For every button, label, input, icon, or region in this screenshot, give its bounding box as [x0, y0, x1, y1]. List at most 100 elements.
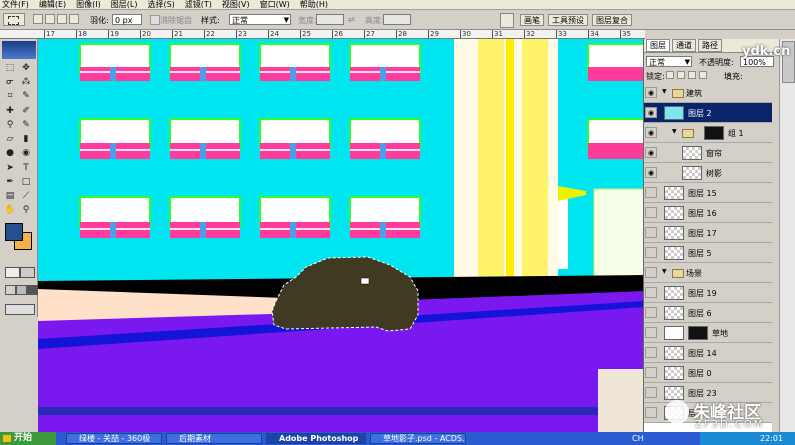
pen-icon[interactable]: ✒	[4, 177, 16, 187]
menu-item-6[interactable]: 视图(V)	[222, 0, 250, 10]
expand-triangle-icon[interactable]: ▼	[672, 128, 677, 135]
layer-thumbnail[interactable]	[664, 226, 684, 240]
layers-scrollbar[interactable]	[779, 39, 795, 432]
crop-icon[interactable]: ⌗	[4, 91, 16, 101]
expand-triangle-icon[interactable]: ▼	[662, 88, 667, 95]
antialias-checkbox[interactable]	[150, 15, 160, 25]
document-canvas[interactable]	[38, 39, 645, 432]
language-indicator[interactable]: CH	[632, 434, 644, 443]
notes-icon[interactable]: ▤	[4, 191, 16, 201]
tab-layers[interactable]: 图层	[646, 39, 670, 52]
task-folder[interactable]: 后期素材	[166, 433, 262, 444]
menu-item-1[interactable]: 编辑(E)	[39, 0, 66, 10]
layer-thumbnail[interactable]	[664, 286, 684, 300]
task-browser[interactable]: 绿楼 - 关喆 - 360极	[66, 433, 162, 444]
layer-row[interactable]: 图层 17	[644, 223, 772, 243]
layer-thumbnail[interactable]	[664, 306, 684, 320]
add-selection-icon[interactable]	[45, 14, 55, 24]
new-selection-icon[interactable]	[33, 14, 43, 24]
visibility-eye-icon[interactable]	[645, 187, 657, 198]
layer-group-row[interactable]: ▼ 场景	[644, 263, 772, 283]
jump-to-imageready-icon[interactable]	[5, 304, 35, 315]
visibility-eye-icon[interactable]: ◉	[645, 127, 657, 138]
lock-image-icon[interactable]	[677, 71, 685, 79]
visibility-eye-icon[interactable]	[645, 407, 657, 418]
layer-thumbnail[interactable]	[682, 166, 702, 180]
screen-mode-full-icon[interactable]	[27, 285, 38, 295]
layer-row[interactable]: 图层 5	[644, 243, 772, 263]
layer-thumbnail[interactable]	[664, 346, 684, 360]
tab-tool-presets[interactable]: 工具预设	[548, 14, 588, 26]
type-icon[interactable]: T	[20, 163, 32, 173]
palette-well-icon[interactable]	[500, 13, 514, 28]
layer-group-row[interactable]: ◉ ▼ 组 1	[644, 123, 772, 143]
menu-item-3[interactable]: 图层(L)	[111, 0, 138, 10]
magic-wand-icon[interactable]: ⁂	[20, 77, 32, 87]
layer-row[interactable]: 草地	[644, 323, 772, 343]
lasso-icon[interactable]: ᓂ	[4, 77, 16, 87]
lock-all-icon[interactable]	[699, 71, 707, 79]
task-acdsee[interactable]: 草地影子.psd - ACDS...	[370, 433, 466, 444]
marquee-icon[interactable]: ⬚	[4, 63, 16, 73]
menu-item-2[interactable]: 图像(I)	[76, 0, 101, 10]
visibility-eye-icon[interactable]	[645, 307, 657, 318]
layer-row[interactable]: ◉ 图层 2	[644, 103, 772, 123]
layer-row[interactable]: 图层 6	[644, 303, 772, 323]
eyedropper-icon[interactable]: ⟋	[20, 191, 32, 201]
layer-thumbnail[interactable]	[664, 186, 684, 200]
hand-icon[interactable]: ✋	[4, 205, 16, 215]
subtract-selection-icon[interactable]	[57, 14, 67, 24]
zoom-icon[interactable]: ⚲	[20, 205, 32, 215]
layer-thumbnail[interactable]	[664, 326, 684, 340]
path-selection-icon[interactable]: ➤	[4, 163, 16, 173]
menu-item-0[interactable]: 文件(F)	[2, 0, 29, 10]
visibility-eye-icon[interactable]	[645, 327, 657, 338]
layer-thumbnail[interactable]	[664, 206, 684, 220]
quickmask-mode-icon[interactable]	[20, 267, 35, 278]
visibility-eye-icon[interactable]	[645, 347, 657, 358]
standard-mode-icon[interactable]	[5, 267, 20, 278]
layer-thumbnail[interactable]	[682, 146, 702, 160]
move-icon[interactable]: ✥	[20, 63, 32, 73]
visibility-eye-icon[interactable]	[645, 227, 657, 238]
feather-input[interactable]: 0 px	[112, 14, 142, 25]
screen-mode-full-menu-icon[interactable]	[16, 285, 27, 295]
dodge-icon[interactable]: ◉	[20, 148, 32, 158]
layer-thumbnail[interactable]	[664, 246, 684, 260]
visibility-eye-icon[interactable]	[645, 387, 657, 398]
intersect-selection-icon[interactable]	[69, 14, 79, 24]
layer-row[interactable]: ◉ 窗帘	[644, 143, 772, 163]
layer-row[interactable]: 图层 0	[644, 363, 772, 383]
visibility-eye-icon[interactable]: ◉	[645, 107, 657, 118]
foreground-color-swatch[interactable]	[5, 223, 23, 241]
blend-mode-select[interactable]: 正常 ▼	[646, 56, 692, 67]
lock-position-icon[interactable]	[688, 71, 696, 79]
eraser-icon[interactable]: ▱	[4, 134, 16, 144]
layer-thumbnail[interactable]	[664, 366, 684, 380]
brush-icon[interactable]: ✐	[20, 106, 32, 116]
blur-icon[interactable]: ●	[4, 148, 16, 158]
swap-icon[interactable]: ⇄	[348, 15, 355, 24]
tab-channels[interactable]: 通道	[672, 39, 696, 52]
tab-layer-comps[interactable]: 图层复合	[592, 14, 632, 26]
layer-row[interactable]: 图层 19	[644, 283, 772, 303]
style-select[interactable]: 正常 ▼	[229, 14, 291, 25]
menu-item-5[interactable]: 滤镜(T)	[185, 0, 212, 10]
layer-group-row[interactable]: ◉ ▼ 建筑	[644, 83, 772, 103]
clone-stamp-icon[interactable]: ⚲	[4, 120, 16, 130]
menu-item-4[interactable]: 选择(S)	[147, 0, 174, 10]
layer-row[interactable]: 图层 16	[644, 203, 772, 223]
width-input[interactable]	[316, 14, 344, 25]
visibility-eye-icon[interactable]	[645, 287, 657, 298]
tab-brushes[interactable]: 画笔	[520, 14, 544, 26]
layer-thumbnail[interactable]	[664, 106, 684, 120]
layer-row[interactable]: ◉ 树影	[644, 163, 772, 183]
layer-mask-thumbnail[interactable]	[704, 126, 724, 140]
slice-icon[interactable]: ✎	[20, 91, 32, 101]
visibility-eye-icon[interactable]: ◉	[645, 87, 657, 98]
layer-row[interactable]: 图层 15	[644, 183, 772, 203]
healing-brush-icon[interactable]: ✚	[4, 106, 16, 116]
visibility-eye-icon[interactable]	[645, 207, 657, 218]
visibility-eye-icon[interactable]	[645, 247, 657, 258]
menu-item-7[interactable]: 窗口(W)	[260, 0, 290, 10]
